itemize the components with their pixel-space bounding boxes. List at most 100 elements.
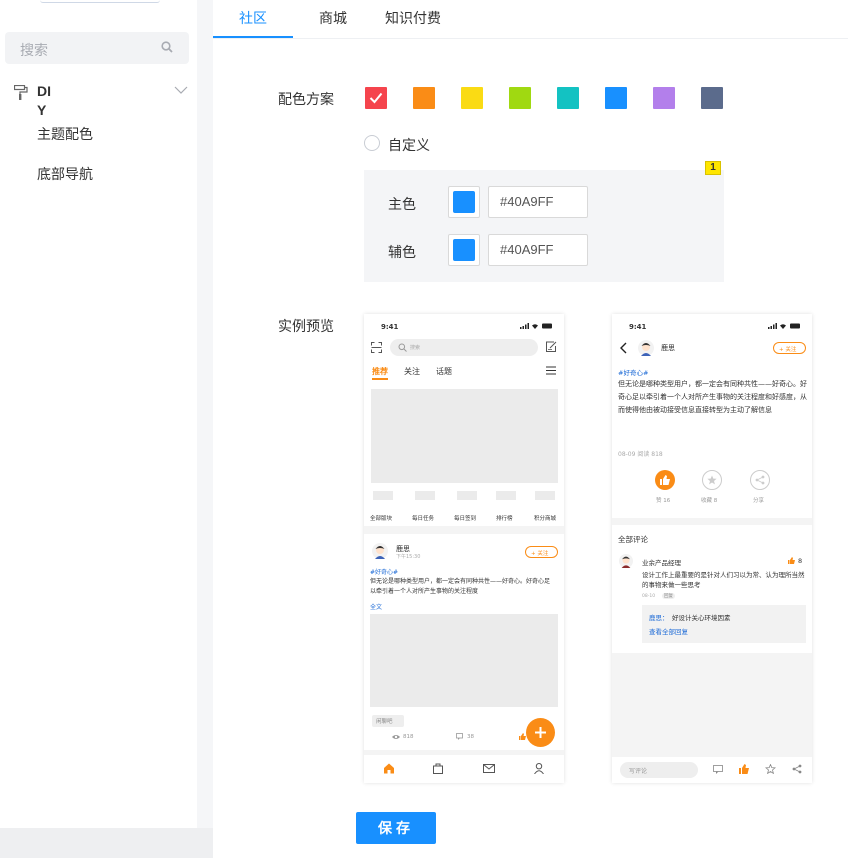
collect-label: 收藏 8 <box>701 498 718 504</box>
thumbs-up-icon[interactable] <box>739 764 749 774</box>
follow-label: + 关注 <box>779 347 797 353</box>
star-icon <box>707 475 717 485</box>
comment-input-placeholder: 写评论 <box>629 768 648 775</box>
tab-community[interactable]: 社区 <box>239 8 267 28</box>
custom-label[interactable]: 自定义 <box>388 135 430 155</box>
tab-paid-knowledge[interactable]: 知识付费 <box>385 8 441 28</box>
primary-color-label: 主色 <box>388 196 416 212</box>
avatar[interactable] <box>372 543 388 559</box>
shortcut-label[interactable]: 全部版块 <box>370 514 392 522</box>
feed-banner-placeholder[interactable] <box>371 389 558 483</box>
color-scheme-label: 配色方案 <box>278 91 334 107</box>
secondary-color-picker[interactable] <box>448 234 480 266</box>
swatch-yellow[interactable] <box>461 87 483 109</box>
scan-icon[interactable] <box>371 342 382 353</box>
step-badge: 1 <box>705 161 721 175</box>
share-label: 分享 <box>753 498 765 504</box>
shopping-bag-icon[interactable] <box>433 763 443 774</box>
preview-label: 实例预览 <box>278 318 334 334</box>
save-button[interactable]: 保存 <box>356 812 436 844</box>
detail-meta: 08-09 阅读 818 <box>618 451 663 458</box>
chevron-down-icon[interactable] <box>174 85 188 95</box>
avatar[interactable] <box>619 554 633 568</box>
home-icon[interactable] <box>383 763 395 774</box>
thumbs-up-icon[interactable] <box>788 557 795 564</box>
swatch-purple[interactable] <box>653 87 675 109</box>
menu-item-theme-color[interactable]: 主题配色 <box>37 124 93 144</box>
detail-author[interactable]: 鹿思 <box>661 343 675 353</box>
feed-search-input[interactable]: 搜索 <box>390 339 538 356</box>
share-icon <box>755 475 765 485</box>
menu-group-title[interactable]: DIY <box>37 82 59 120</box>
edit-icon[interactable] <box>545 341 557 353</box>
mail-icon[interactable] <box>483 764 495 773</box>
primary-color-input[interactable]: #40A9FF <box>488 186 588 218</box>
post-tag[interactable]: 闲聊吧 <box>372 715 404 727</box>
follow-button[interactable]: + 关注 <box>525 546 558 558</box>
search-placeholder: 搜索 <box>20 42 48 58</box>
swatch-orange[interactable] <box>413 87 435 109</box>
user-icon[interactable] <box>534 763 544 774</box>
status-icons <box>768 323 800 329</box>
like-label: 赞 16 <box>656 498 671 504</box>
secondary-color-label: 辅色 <box>388 244 416 260</box>
primary-color-picker[interactable] <box>448 186 480 218</box>
search-icon[interactable] <box>161 41 173 53</box>
back-arrow-icon[interactable] <box>620 342 627 354</box>
reply-author[interactable]: 鹿思： <box>649 612 669 622</box>
shortcut-label[interactable]: 积分商城 <box>534 514 556 522</box>
collect-button[interactable] <box>702 470 722 490</box>
like-button[interactable] <box>655 470 675 490</box>
share-icon[interactable] <box>792 764 802 774</box>
star-icon[interactable] <box>765 764 776 774</box>
shortcut-label-block <box>364 500 564 526</box>
thumbs-up-icon[interactable] <box>519 733 526 740</box>
shortcut-label[interactable]: 每日任务 <box>412 514 434 522</box>
custom-radio[interactable] <box>364 135 380 151</box>
status-time: 9:41 <box>629 323 647 331</box>
read-more-link[interactable]: 全文 <box>370 602 383 611</box>
detail-content: 但无论是哪种类型用户，都一定会有同种共性——好奇心。好奇心足以牵引着一个人对所产… <box>618 380 807 414</box>
active-tab-indicator <box>213 36 293 38</box>
secondary-color-input[interactable]: #40A9FF <box>488 234 588 266</box>
feed-tab-topic[interactable]: 话题 <box>436 366 452 377</box>
comment-input[interactable]: 写评论 <box>620 762 698 778</box>
status-icons <box>520 323 552 329</box>
comment-icon[interactable] <box>713 765 723 774</box>
feed-tab-recommend[interactable]: 推荐 <box>372 366 388 377</box>
sidebar-decor-line <box>40 0 160 3</box>
sidebar-bottom-bar <box>0 828 213 858</box>
detail-topic[interactable]: #好奇心# <box>618 367 648 377</box>
shortcut-label[interactable]: 每日签到 <box>454 514 476 522</box>
comment-icon[interactable] <box>456 733 463 740</box>
commenter-name[interactable]: 业余产品经理 <box>642 557 681 567</box>
reply-button[interactable]: 回复 <box>662 593 675 599</box>
tab-mall[interactable]: 商城 <box>319 8 347 28</box>
post-content: 但无论是哪种类型用户，都一定会有同种共性——好奇心。好奇心足以牵引着一个人对所产… <box>370 578 551 595</box>
floating-add-button[interactable] <box>526 718 555 747</box>
swatch-blue[interactable] <box>605 87 627 109</box>
feed-tab-follow[interactable]: 关注 <box>404 366 420 377</box>
comment-date: 08-10 <box>642 594 656 599</box>
swatch-red[interactable] <box>365 87 387 109</box>
comments-title: 全部评论 <box>618 535 648 544</box>
swatch-cyan[interactable] <box>557 87 579 109</box>
swatch-lime[interactable] <box>509 87 531 109</box>
view-all-replies-link[interactable]: 查看全部回复 <box>649 626 688 636</box>
share-button[interactable] <box>750 470 770 490</box>
post-image-placeholder[interactable] <box>370 614 558 707</box>
feed-search-placeholder: 搜索 <box>410 345 421 351</box>
avatar[interactable] <box>638 340 654 356</box>
menu-icon[interactable] <box>546 366 556 375</box>
menu-item-bottom-nav[interactable]: 底部导航 <box>37 164 93 184</box>
swatch-slate[interactable] <box>701 87 723 109</box>
thumbs-up-icon <box>660 475 670 485</box>
shortcut-label[interactable]: 排行榜 <box>496 514 513 522</box>
sidebar-divider <box>197 0 213 858</box>
post-topic[interactable]: #好奇心# <box>370 567 398 576</box>
sidebar-search-input[interactable]: 搜索 <box>5 32 189 64</box>
post-tag-label: 闲聊吧 <box>376 719 393 725</box>
follow-button[interactable]: + 关注 <box>773 342 806 354</box>
preview-phone-feed: 9:41 搜索 推荐 关注 话题 全部版块 每日任务 每日签到 排行榜 积分商城… <box>364 314 564 783</box>
paint-roller-icon <box>14 85 28 100</box>
